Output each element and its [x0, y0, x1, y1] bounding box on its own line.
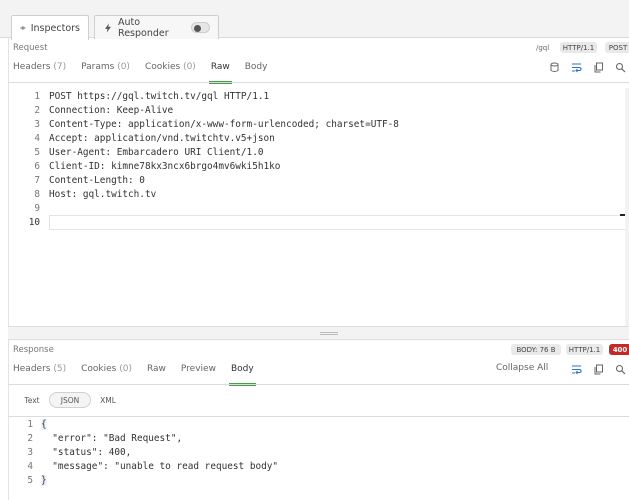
response-body-size-badge: BODY: 76 B — [511, 344, 561, 355]
tab-label: Auto Responder — [118, 16, 169, 39]
subtab-label: Params — [81, 62, 115, 72]
search-icon[interactable] — [615, 364, 626, 375]
code-line: "status": 400, — [41, 447, 132, 458]
word-wrap-icon[interactable] — [571, 62, 582, 73]
subtab-label: Preview — [180, 364, 216, 374]
subtab-label: Cookies — [81, 364, 117, 374]
request-tab-headers[interactable]: Headers (7) — [13, 62, 66, 78]
splitter-grip[interactable] — [320, 332, 338, 335]
line-number: 1 — [27, 419, 33, 430]
line-number: 2 — [27, 433, 33, 444]
code-line: } — [41, 475, 47, 486]
response-body-viewer[interactable]: 1 { 2 "error": "Bad Request", 3 "status"… — [0, 418, 629, 498]
code-line: "message": "unable to read request body" — [41, 461, 279, 472]
window-top-strip — [0, 0, 629, 8]
response-tab-cookies[interactable]: Cookies (0) — [81, 364, 132, 380]
line-number: 3 — [27, 447, 33, 458]
code-line: "error": "Bad Request", — [41, 433, 183, 444]
auto-responder-toggle[interactable] — [191, 22, 211, 33]
subtab-count: (0) — [183, 62, 196, 72]
format-bar-divider — [8, 416, 629, 417]
line-number: 5 — [34, 147, 40, 158]
request-tabs-divider — [8, 82, 629, 83]
line-number: 6 — [34, 161, 40, 172]
code-line: Client-ID: kimne78kx3ncx6brgo4mv6wki5h1k… — [49, 161, 281, 172]
line-number: 4 — [27, 461, 33, 472]
code-line: Connection: Keep-Alive — [49, 105, 174, 116]
tab-inspectors[interactable]: Inspectors — [11, 15, 89, 40]
request-method-badge: POST — [605, 42, 629, 53]
tab-label: Inspectors — [30, 22, 80, 34]
line-number: 2 — [34, 105, 40, 116]
format-xml-button[interactable]: XML — [96, 392, 120, 408]
response-tab-body[interactable]: Body — [228, 364, 256, 386]
request-tab-body[interactable]: Body — [245, 62, 268, 78]
subtab-label: Raw — [146, 364, 166, 374]
line-number: 1 — [34, 91, 40, 102]
subtab-label: Headers — [13, 62, 51, 72]
main-tab-bar: Inspectors Auto Responder — [0, 8, 629, 40]
code-line: Host: gql.twitch.tv — [49, 189, 157, 200]
collapse-all-button[interactable]: Collapse All — [496, 363, 548, 373]
current-line-highlight — [49, 215, 629, 230]
response-protocol-badge: HTTP/1.1 — [566, 344, 603, 355]
request-protocol-badge: HTTP/1.1 — [560, 42, 597, 53]
word-wrap-icon[interactable] — [571, 364, 582, 375]
subtab-count: (5) — [53, 364, 67, 374]
lightning-icon — [105, 22, 111, 33]
line-number: 4 — [34, 133, 40, 144]
response-tab-preview[interactable]: Preview — [181, 364, 216, 380]
subtab-label: Body — [230, 364, 254, 374]
code-line: Content-Length: 0 — [49, 175, 145, 186]
request-path-badge: /gql — [536, 43, 550, 52]
code-line: User-Agent: Embarcadero URI Client/1.0 — [49, 147, 264, 158]
code-line: { — [41, 419, 47, 430]
line-number: 3 — [34, 119, 40, 130]
eye-icon — [20, 26, 26, 30]
response-tabs-divider — [8, 384, 629, 385]
response-tab-headers[interactable]: Headers (5) — [13, 364, 66, 380]
subtab-count: (0) — [117, 62, 130, 72]
format-text-button[interactable]: Text — [20, 392, 44, 408]
request-tab-raw[interactable]: Raw — [208, 62, 232, 84]
request-title: Request — [13, 43, 48, 53]
subtab-label: Cookies — [144, 62, 181, 72]
line-number: 9 — [34, 203, 40, 214]
search-icon[interactable] — [615, 62, 626, 73]
response-tab-raw[interactable]: Raw — [147, 364, 166, 380]
tab-auto-responder[interactable]: Auto Responder — [94, 15, 219, 39]
request-subtabs: Headers (7) Params (0) Cookies (0) Raw B… — [13, 62, 282, 84]
line-number: 5 — [27, 475, 33, 486]
subtab-label: Body — [244, 62, 268, 72]
subtab-label: Raw — [210, 62, 230, 72]
subtab-count: (0) — [119, 364, 132, 374]
database-icon[interactable] — [549, 62, 560, 73]
response-subtabs: Headers (5) Cookies (0) Raw Preview Body — [13, 364, 269, 386]
response-title: Response — [13, 345, 54, 355]
panel-splitter[interactable] — [8, 326, 629, 340]
request-tab-cookies[interactable]: Cookies (0) — [145, 62, 196, 78]
copy-icon[interactable] — [593, 62, 604, 73]
code-line: Content-Type: application/x-www-form-url… — [49, 119, 399, 130]
response-status-badge: 400 — [609, 344, 629, 355]
code-line: Accept: application/vnd.twitchtv.v5+json — [49, 133, 275, 144]
code-line: POST https://gql.twitch.tv/gql HTTP/1.1 — [49, 91, 270, 102]
request-raw-editor[interactable]: 1 POST https://gql.twitch.tv/gql HTTP/1.… — [0, 88, 629, 326]
request-scrollbar[interactable] — [625, 88, 629, 326]
line-number: 7 — [34, 175, 40, 186]
copy-icon[interactable] — [593, 364, 604, 375]
format-json-button[interactable]: JSON — [49, 392, 91, 408]
line-number: 10 — [28, 217, 40, 228]
subtab-label: Headers — [13, 364, 51, 374]
request-tab-params[interactable]: Params (0) — [81, 62, 130, 78]
subtab-count: (7) — [53, 62, 67, 72]
line-number: 8 — [34, 189, 40, 200]
